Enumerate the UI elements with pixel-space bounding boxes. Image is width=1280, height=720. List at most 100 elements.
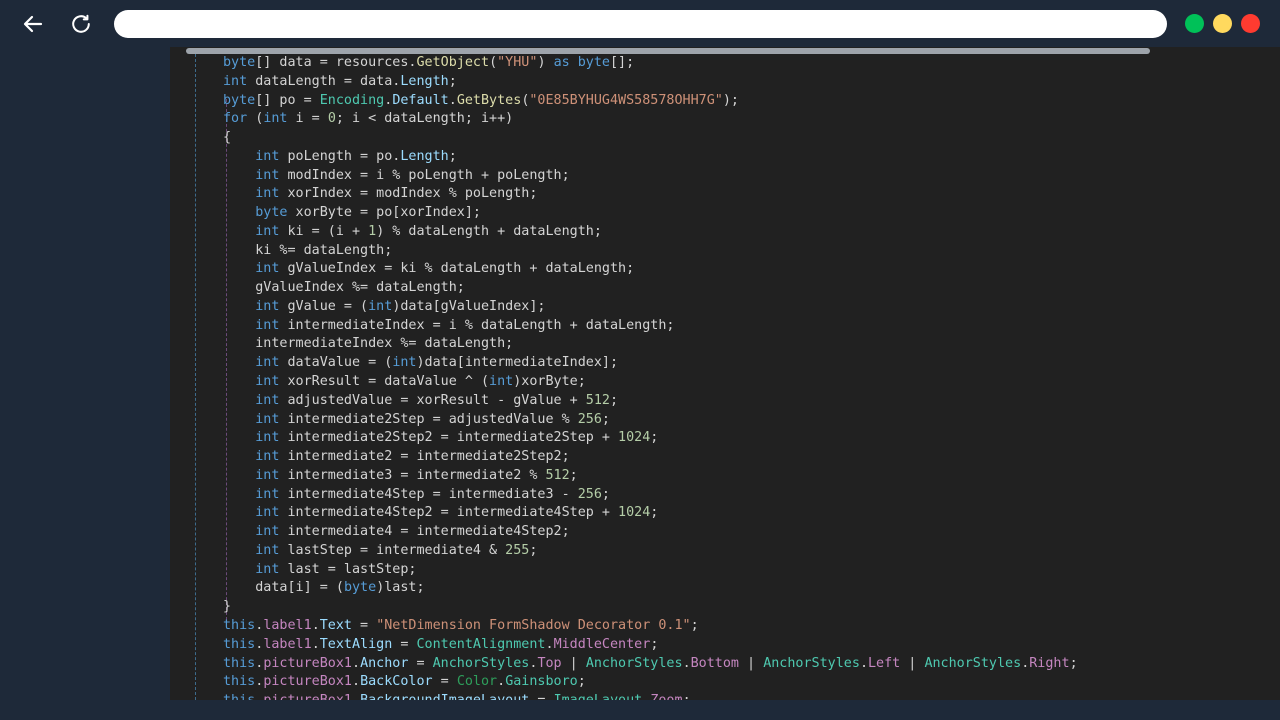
code-token: int (223, 73, 248, 89)
code-token: AnchorStyles (763, 655, 860, 671)
code-token: int (255, 505, 280, 521)
code-line: this.pictureBox1.BackgroundImageLayout =… (223, 692, 1280, 700)
back-button[interactable] (16, 7, 50, 41)
code-token: [] data = resources. (255, 55, 417, 70)
code-token: Left (868, 655, 901, 671)
code-token: gValueIndex = ki % dataLength + dataLeng… (279, 261, 635, 277)
code-token: intermediate2 = intermediate2Step2; (279, 449, 570, 465)
code-scroll-area[interactable]: byte[] data = resources.GetObject("YHU")… (170, 54, 1280, 700)
code-token: xorByte = po[xorIndex]; (287, 205, 481, 221)
code-token: | (561, 655, 586, 671)
code-token: Length (400, 73, 449, 89)
code-token: 0 (327, 111, 336, 127)
code-token: = (392, 636, 417, 652)
code-token: this (223, 617, 256, 633)
code-token: int (255, 411, 280, 427)
code-token: int (255, 374, 280, 390)
code-token: ; (529, 542, 538, 558)
code-line: data[i] = (byte)last; (223, 579, 1280, 598)
code-token: byte (255, 205, 288, 221)
code-token: = (352, 617, 377, 633)
code-token: . (311, 636, 320, 652)
code-token: GetBytes (456, 92, 522, 108)
code-token: ; (650, 430, 659, 446)
code-token: this (223, 655, 256, 671)
code-token: ImageLayout (554, 693, 643, 700)
code-line: int intermediate4Step2 = intermediate4St… (223, 504, 1280, 523)
code-token: Text (319, 617, 352, 633)
code-token: intermediateIndex %= dataLength; (223, 336, 514, 352)
reload-button[interactable] (64, 7, 98, 41)
code-token: ContentAlignment (416, 636, 546, 652)
code-token: ; (448, 73, 457, 89)
code-line: int lastStep = intermediate4 & 255; (223, 542, 1280, 561)
code-token: data[i] = ( (223, 580, 344, 596)
code-token: ; (448, 148, 457, 164)
code-token: dataValue = ( (279, 355, 393, 371)
back-arrow-icon (23, 15, 43, 32)
code-token: ; (601, 411, 610, 427)
url-input[interactable] (114, 9, 1167, 38)
code-token: gValue = ( (279, 298, 369, 314)
code-line: gValueIndex %= dataLength; (223, 279, 1280, 298)
status-bar (0, 700, 1280, 720)
code-token: ; i < dataLength; i++) (335, 111, 514, 127)
code-token: last = lastStep; (279, 561, 417, 577)
code-token: int (255, 392, 280, 408)
code-token: Zoom (650, 693, 682, 700)
code-token: . (448, 92, 457, 108)
code-token: Default (392, 92, 449, 108)
code-token: AnchorStyles (924, 655, 1022, 671)
code-content[interactable]: byte[] data = resources.GetObject("YHU")… (170, 54, 1280, 700)
code-token: int (489, 374, 514, 390)
minimize-dot[interactable] (1185, 14, 1204, 33)
code-token: GetObject (416, 55, 490, 70)
code-token: int (255, 317, 280, 333)
code-token: 512 (585, 392, 610, 408)
code-token: Bottom (690, 655, 739, 671)
code-token: ki %= dataLength; (223, 242, 393, 258)
maximize-dot[interactable] (1213, 14, 1232, 33)
code-token: modIndex = i % poLength + poLength; (279, 167, 570, 183)
code-token: int (255, 486, 280, 502)
code-token: int (263, 111, 288, 127)
code-token: pictureBox1 (263, 674, 352, 690)
code-token: byte (223, 92, 256, 108)
code-token: int (255, 467, 280, 483)
code-line: int intermediate3 = intermediate2 % 512; (223, 467, 1280, 486)
code-token: 1024 (618, 505, 651, 521)
code-token: dataLength = data. (247, 73, 401, 89)
code-token: ; (650, 505, 659, 521)
code-line: for (int i = 0; i < dataLength; i++) (223, 110, 1280, 129)
code-line: int gValue = (int)data[gValueIndex]; (223, 298, 1280, 317)
code-token: . (311, 617, 320, 633)
code-line: int poLength = po.Length; (223, 148, 1280, 167)
code-token: this (223, 693, 255, 700)
code-line: byte[] data = resources.GetObject("YHU")… (223, 54, 1280, 73)
code-line: intermediateIndex %= dataLength; (223, 335, 1280, 354)
code-token: int (255, 524, 280, 540)
code-token: )data[gValueIndex]; (392, 298, 546, 314)
code-token: )last; (376, 580, 425, 596)
code-token: gValueIndex %= dataLength; (223, 280, 465, 296)
code-token: = (529, 693, 553, 700)
code-viewer: byte[] data = resources.GetObject("YHU")… (170, 47, 1280, 700)
code-token: ; (577, 674, 586, 690)
close-dot[interactable] (1241, 14, 1260, 33)
code-token: )data[intermediateIndex]; (416, 355, 619, 371)
code-token: int (255, 223, 280, 239)
code-line: this.pictureBox1.BackColor = Color.Gains… (223, 673, 1280, 692)
code-token: int (255, 186, 280, 202)
code-line: int xorIndex = modIndex % poLength; (223, 185, 1280, 204)
code-token: MiddleCenter (553, 636, 651, 652)
code-token: this (223, 636, 256, 652)
code-token: pictureBox1 (263, 693, 352, 700)
code-token: Gainsboro (505, 674, 578, 690)
